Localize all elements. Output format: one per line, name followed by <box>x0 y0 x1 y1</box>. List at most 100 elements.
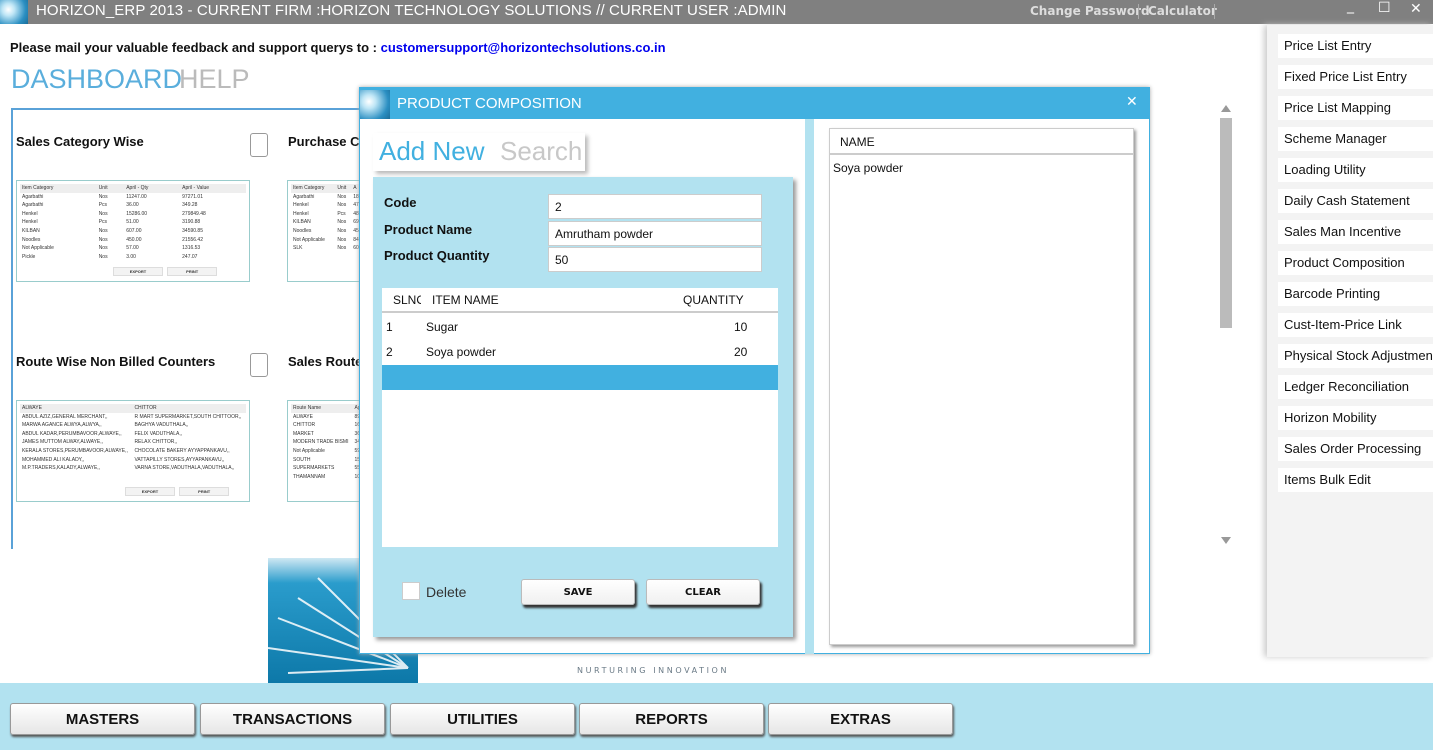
print-button[interactable]: PRINT <box>167 267 218 276</box>
product-quantity-label: Product Quantity <box>384 248 490 263</box>
preview-cell: 3190.88 <box>182 219 201 226</box>
clear-button[interactable]: CLEAR <box>646 579 760 605</box>
reports-button[interactable]: REPORTS <box>579 703 764 735</box>
scrollbar[interactable] <box>1220 105 1232 545</box>
tab-help[interactable]: HELP <box>179 64 250 95</box>
widget-checkbox[interactable] <box>250 133 268 157</box>
table-row-new-selected[interactable] <box>382 365 778 390</box>
preview-header: Route Name Ap <box>291 404 363 413</box>
widget-checkbox[interactable] <box>250 353 268 377</box>
widget-preview[interactable]: Item Category Unit April - Qty April - Valu… <box>16 180 250 282</box>
cell-slno: 1 <box>386 320 393 334</box>
sidebar-item[interactable]: Physical Stock Adjustment <box>1278 344 1433 368</box>
pane-divider[interactable] <box>805 119 814 654</box>
dialog-title: PRODUCT COMPOSITION <box>397 95 582 112</box>
preview-header-cell: Item Category <box>291 184 336 193</box>
maximize-button[interactable]: ☐ <box>1378 0 1391 16</box>
change-password-link[interactable]: Change Password <box>1030 4 1150 18</box>
preview-cell: JAMES MUTTOM ALWAY,ALWAYE,, <box>22 439 104 446</box>
preview-cell: Not Applicable <box>22 245 54 252</box>
preview-row: MARWA AGANCE ALWYA,ALWYA,, BAGHYA VADUTHA… <box>20 421 246 430</box>
sidebar-item[interactable]: Barcode Printing <box>1278 282 1433 306</box>
product-name-input[interactable]: Amrutham powder <box>548 221 762 246</box>
widget-preview[interactable]: Item Category Unit A Agarbathi Nos 18 Henkel No… <box>287 180 367 282</box>
table-row[interactable]: 2 Soya powder 20 <box>382 340 778 365</box>
preview-cell: M.P.TRADERS,KALADY,ALWAYE,, <box>22 465 101 472</box>
preview-row: ABDUL AZIZ,GENERAL MERCHANT,, R MART SUPE… <box>20 413 246 422</box>
preview-cell: KERALA STORES,PERUMBAVOOR,ALWAYE,, <box>22 447 128 454</box>
sidebar-item[interactable]: Price List Mapping <box>1278 96 1433 120</box>
preview-cell: 247.07 <box>182 253 198 260</box>
sidebar-item[interactable]: Loading Utility <box>1278 158 1433 182</box>
cell-item-name: Soya powder <box>426 345 497 359</box>
preview-row: SOUTH 15 <box>291 456 363 465</box>
column-header: ITEM NAME <box>432 293 499 307</box>
preview-row: KERALA STORES,PERUMBAVOOR,ALWAYE,, CHOCOL… <box>20 447 246 456</box>
sidebar-item[interactable]: Sales Order Processing <box>1278 437 1433 461</box>
preview-header-cell: ALWAYE <box>20 404 133 413</box>
export-button[interactable]: EXPORT <box>125 487 175 496</box>
masters-button[interactable]: MASTERS <box>10 703 195 735</box>
tab-dashboard[interactable]: DASHBOARD <box>11 64 182 95</box>
preview-cell: SUPERMARKETS <box>293 465 335 472</box>
code-input[interactable]: 2 <box>548 194 762 219</box>
scroll-up-icon[interactable] <box>1221 105 1231 112</box>
product-quantity-input[interactable]: 50 <box>548 247 762 272</box>
close-button[interactable]: ✕ <box>1410 1 1422 17</box>
widget-title: Route Wise Non Billed Counters <box>16 354 216 369</box>
sidebar-item[interactable]: Sales Man Incentive <box>1278 220 1433 244</box>
delete-checkbox[interactable] <box>402 582 420 600</box>
preview-cell: 349.28 <box>182 202 198 209</box>
preview-header: Item Category Unit A <box>291 184 363 193</box>
table-row[interactable]: 1 Sugar 10 <box>382 315 778 340</box>
tab-search[interactable]: Search <box>500 136 582 167</box>
scroll-down-icon[interactable] <box>1221 537 1231 544</box>
sidebar-item[interactable]: Horizon Mobility <box>1278 406 1433 430</box>
widget-preview[interactable]: Route Name Ap ALWAYE 89 CHITTOR 16 MARKET 36 MOD… <box>287 400 367 502</box>
extras-button[interactable]: EXTRAS <box>768 703 953 735</box>
save-button[interactable]: SAVE <box>521 579 635 605</box>
sidebar-item[interactable]: Scheme Manager <box>1278 127 1433 151</box>
calculator-link[interactable]: Calculator <box>1148 4 1217 18</box>
preview-cell: Pickle <box>22 253 36 260</box>
preview-cell: Henkel <box>293 202 309 209</box>
preview-table: Item Category Unit A Agarbathi Nos 18 Henkel No… <box>291 184 363 253</box>
preview-cell: 36.00 <box>126 202 139 209</box>
list-item[interactable]: Soya powder <box>833 161 903 175</box>
preview-cell: Nos <box>337 245 347 252</box>
tagline: NURTURING INNOVATION <box>577 666 730 675</box>
preview-cell: THAMANNAM <box>293 473 326 480</box>
support-email-link[interactable]: customersupport@horizontechsolutions.co.… <box>381 40 666 55</box>
preview-cell: KILBAN <box>293 219 311 226</box>
preview-cell: CHITTOR <box>293 422 316 429</box>
utilities-button[interactable]: UTILITIES <box>390 703 575 735</box>
widget-title: Sales Route <box>288 354 363 369</box>
minimize-button[interactable]: _ <box>1347 0 1354 14</box>
scroll-thumb[interactable] <box>1220 118 1232 328</box>
export-button[interactable]: EXPORT <box>113 267 163 276</box>
preview-cell: Nos <box>337 227 347 234</box>
preview-row: KILBAN Nos 607.00 34590.85 <box>20 227 246 236</box>
tab-add-new[interactable]: Add New <box>379 136 485 167</box>
sidebar-item[interactable]: Items Bulk Edit <box>1278 468 1433 492</box>
preview-cell: RELAX CHITTOR,, <box>134 439 178 446</box>
sidebar-item[interactable]: Product Composition <box>1278 251 1433 275</box>
preview-cell: 97271.01 <box>182 193 203 200</box>
preview-cell: Agarbathi <box>22 202 44 209</box>
print-button[interactable]: PRINT <box>179 487 230 496</box>
widget-preview[interactable]: ALWAYE CHITTOR ABDUL AZIZ,GENERAL MERCHANT… <box>16 400 250 502</box>
dialog-close-button[interactable]: ✕ <box>1126 94 1138 110</box>
preview-cell: 34590.85 <box>182 227 203 234</box>
sidebar-item[interactable]: Cust-Item-Price Link <box>1278 313 1433 337</box>
preview-cell: BAGHYA VADUTHALA,, <box>134 422 189 429</box>
preview-cell: MARKET <box>293 430 314 437</box>
dialog-tabs: Add New Search <box>373 133 585 171</box>
preview-header-cell: April - Qty <box>124 184 181 193</box>
sidebar-item[interactable]: Daily Cash Statement <box>1278 189 1433 213</box>
sidebar-item[interactable]: Fixed Price List Entry <box>1278 65 1433 89</box>
sidebar-item[interactable]: Price List Entry <box>1278 34 1433 58</box>
transactions-button[interactable]: TRANSACTIONS <box>200 703 385 735</box>
preview-cell: VARNA STORE,VADUTHALA,VADUTHALA,, <box>134 465 235 472</box>
sidebar-item[interactable]: Ledger Reconciliation <box>1278 375 1433 399</box>
preview-cell: Nos <box>98 227 108 234</box>
